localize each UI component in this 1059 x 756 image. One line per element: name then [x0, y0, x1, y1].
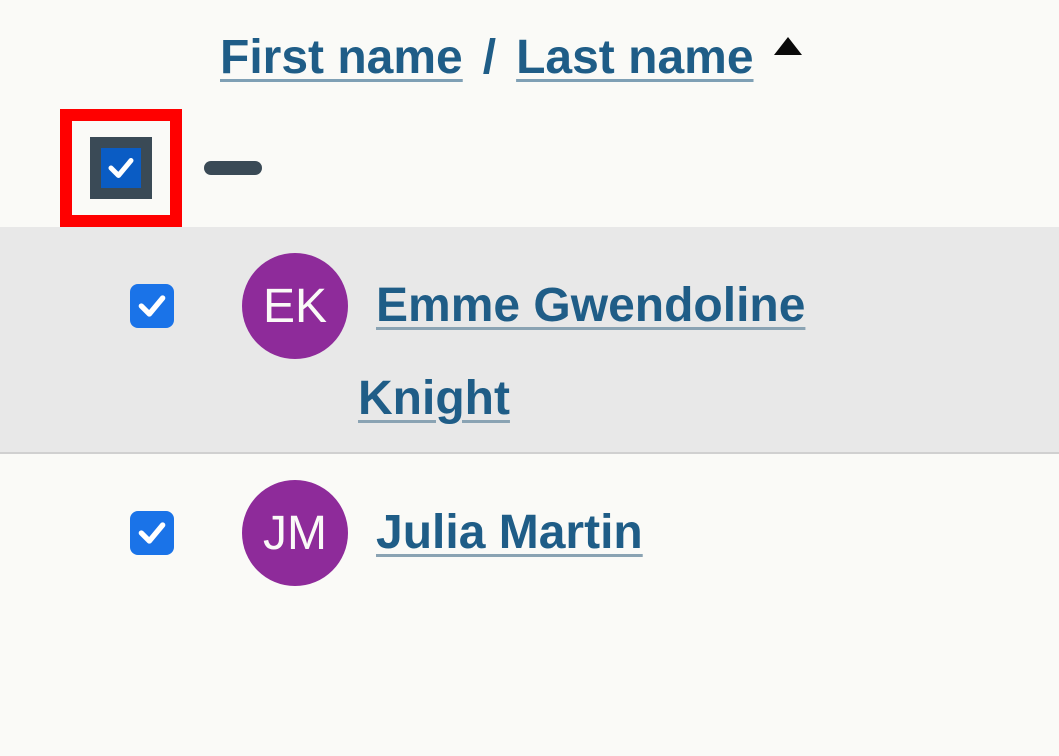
- table-row: JM Julia Martin: [0, 454, 1059, 612]
- avatar: JM: [242, 480, 348, 586]
- user-table: First name / Last name: [0, 30, 1059, 227]
- select-all-row: [70, 109, 999, 227]
- row-checkbox[interactable]: [130, 284, 174, 328]
- checkmark-icon: [106, 153, 136, 183]
- avatar: EK: [242, 253, 348, 359]
- sort-ascending-icon: [774, 30, 802, 62]
- header-separator: /: [475, 30, 504, 85]
- checkmark-icon: [136, 517, 168, 549]
- row-checkbox[interactable]: [130, 511, 174, 555]
- highlight-annotation: [60, 109, 182, 227]
- user-name: Julia Martin: [376, 495, 643, 572]
- sort-first-name-link[interactable]: First name: [220, 30, 463, 85]
- table-row: EK Emme Gwendoline Knight: [0, 227, 1059, 454]
- user-name-link[interactable]: Emme Gwendoline: [376, 279, 805, 332]
- collapse-handle[interactable]: [204, 161, 262, 175]
- sort-last-name-link[interactable]: Last name: [516, 30, 753, 85]
- user-name-link[interactable]: Julia Martin: [376, 506, 643, 559]
- user-name-continued: Knight: [130, 371, 805, 426]
- column-headers: First name / Last name: [70, 30, 999, 85]
- select-all-checkbox[interactable]: [90, 137, 152, 199]
- avatar-initials: JM: [263, 506, 327, 561]
- user-name-link[interactable]: Knight: [358, 372, 510, 425]
- checkmark-icon: [136, 290, 168, 322]
- user-name: Emme Gwendoline: [376, 268, 805, 345]
- avatar-initials: EK: [263, 279, 327, 334]
